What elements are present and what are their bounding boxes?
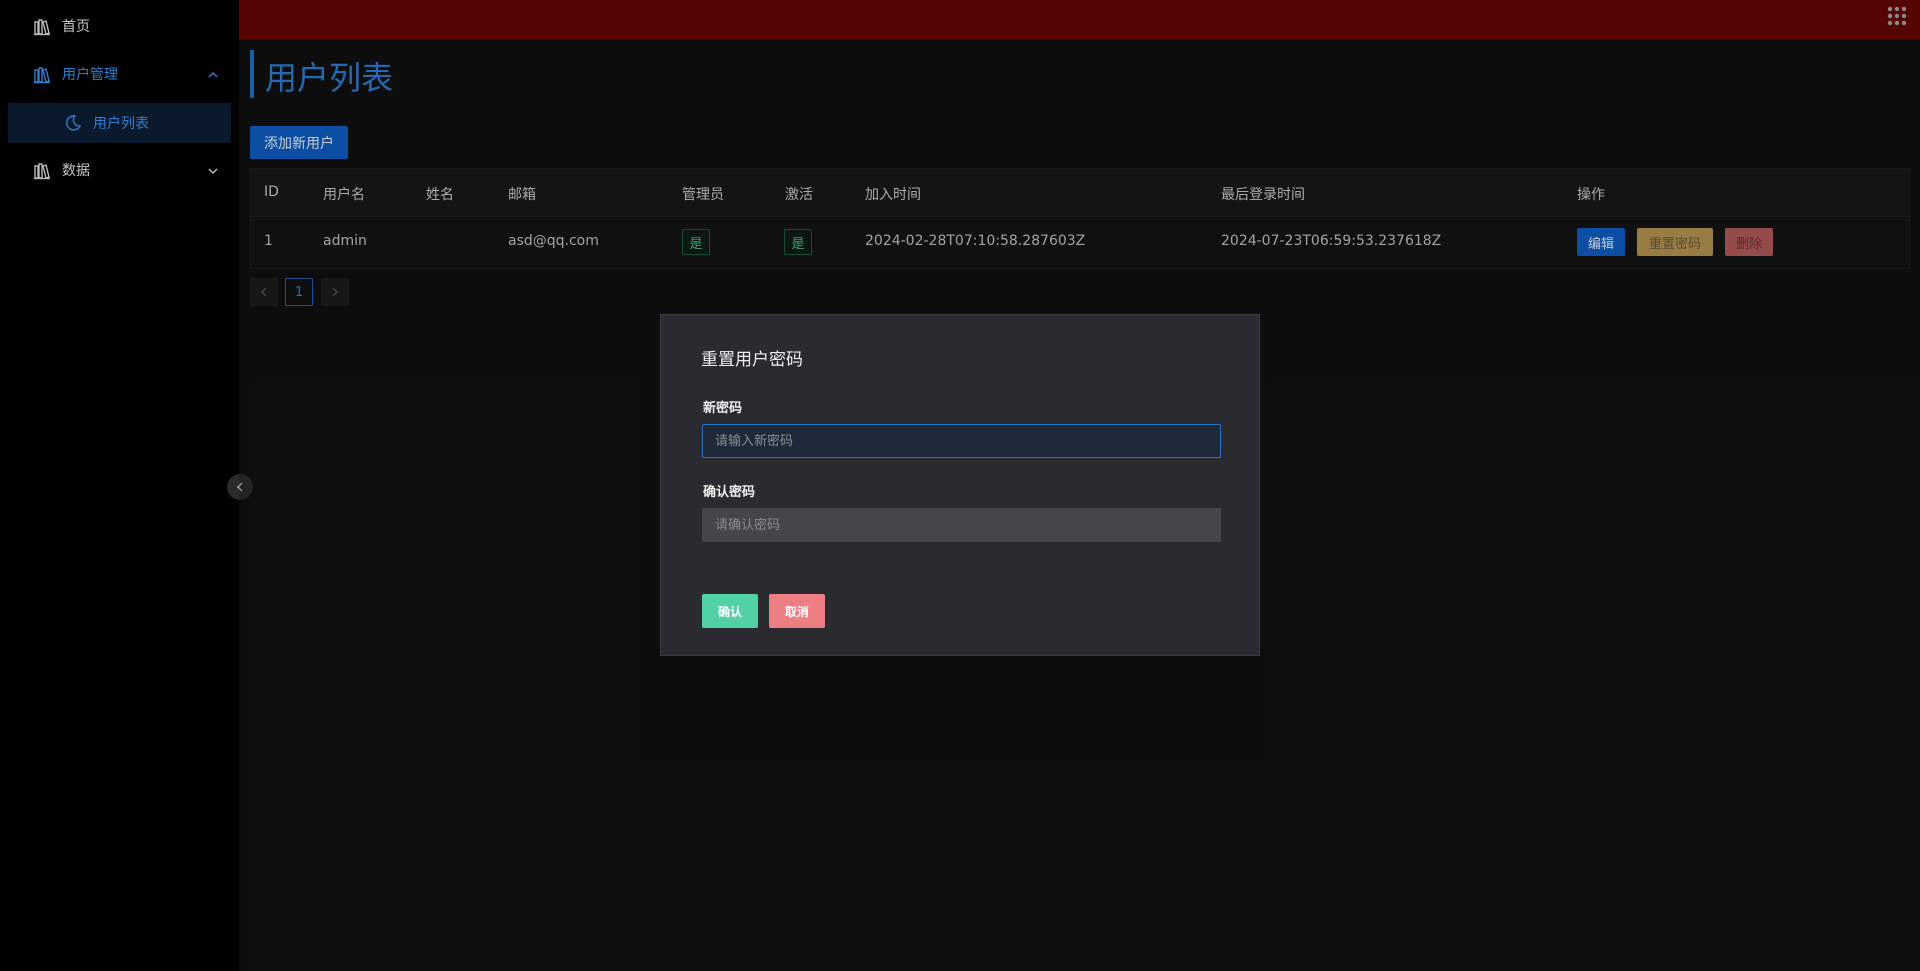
confirm-password-label: 确认密码 [703,485,756,500]
confirm-button[interactable]: 确认 [702,594,758,628]
dialog-title: 重置用户密码 [701,350,803,370]
chevron-up-icon [208,71,218,78]
sidebar-item-label: 用户管理 [62,67,118,83]
reset-password-dialog: 重置用户密码 新密码 确认密码 确认 取消 [660,314,1260,656]
library-icon [34,67,50,84]
new-password-label: 新密码 [703,401,743,416]
library-icon [34,19,50,36]
cancel-button[interactable]: 取消 [769,594,825,628]
moon-icon [66,115,82,131]
sidebar-item-label: 用户列表 [93,116,149,132]
sidebar: 首页 用户管理 用户列表 数据 [0,0,239,971]
sidebar-item-user-list[interactable]: 用户列表 [8,103,231,143]
sidebar-item-label: 数据 [62,163,90,179]
grid-icon[interactable] [1887,6,1907,26]
sidebar-item-home[interactable]: 首页 [0,6,239,46]
confirm-password-input[interactable] [702,508,1221,542]
sidebar-item-label: 首页 [62,19,90,35]
new-password-input[interactable] [702,424,1221,458]
sidebar-item-data[interactable]: 数据 [0,150,239,190]
sidebar-item-user-management[interactable]: 用户管理 [0,54,239,94]
library-icon [34,163,50,180]
chevron-down-icon [208,168,218,175]
top-bar [239,0,1920,40]
